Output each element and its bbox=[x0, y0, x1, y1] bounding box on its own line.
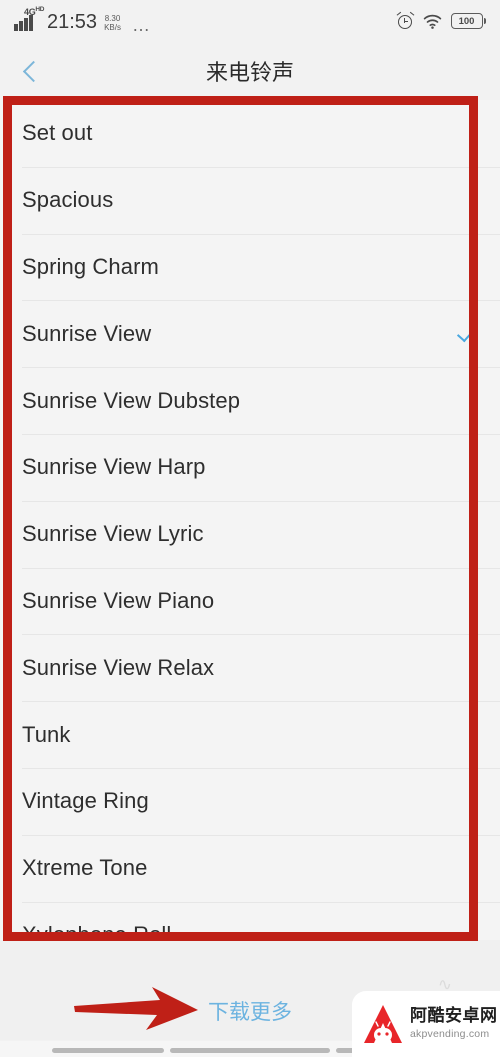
list-item[interactable]: Sunrise View Dubstep bbox=[0, 367, 500, 434]
app-bar: 来电铃声 bbox=[0, 42, 500, 100]
status-bar-right: 100 bbox=[396, 11, 486, 30]
signal-bars-filled bbox=[14, 15, 33, 29]
list-item-selected[interactable]: Sunrise View bbox=[0, 300, 500, 368]
list-item[interactable]: Sunrise View Harp bbox=[0, 433, 500, 501]
list-item[interactable]: Spacious bbox=[0, 166, 500, 234]
ringtone-name: Sunrise View Harp bbox=[22, 454, 206, 480]
page-title: 来电铃声 bbox=[205, 61, 294, 86]
list-item[interactable]: Vintage Ring bbox=[0, 767, 500, 835]
signal-bars-dots bbox=[14, 29, 33, 31]
list-item[interactable]: Sunrise View Lyric bbox=[0, 500, 500, 568]
list-item[interactable]: Sunrise View Piano bbox=[0, 567, 500, 635]
status-bar: 4GHD 21:53 8.30 KB/s … 100 bbox=[0, 0, 500, 42]
list-item[interactable]: Sunrise View Relax bbox=[0, 634, 500, 702]
list-item[interactable]: Xtreme Tone bbox=[0, 834, 500, 902]
ringtone-name: Xylophone Roll bbox=[22, 921, 172, 940]
network-type-suffix: HD bbox=[35, 6, 45, 13]
network-speed-unit: KB/s bbox=[104, 22, 121, 32]
list-item[interactable]: Tunk bbox=[0, 701, 500, 768]
watermark-text: 阿酷安卓网 akpvending.com bbox=[410, 1008, 498, 1040]
nav-pill-home[interactable] bbox=[170, 1048, 330, 1053]
ringtone-name: Sunrise View Relax bbox=[22, 654, 215, 680]
ringtone-name: Sunrise View Dubstep bbox=[22, 387, 241, 413]
ellipsis-icon: … bbox=[131, 15, 152, 35]
battery-level-label: 100 bbox=[458, 15, 475, 27]
back-button[interactable] bbox=[0, 42, 60, 100]
ringtone-name: Sunrise View Piano bbox=[22, 587, 215, 613]
watermark-site-name: 阿酷安卓网 bbox=[410, 1006, 498, 1027]
signal-bars-icon: 4GHD bbox=[14, 6, 44, 31]
ringtone-name: Set out bbox=[22, 120, 93, 146]
ringtone-name: Tunk bbox=[22, 721, 71, 747]
watermark: 阿酷安卓网 akpvending.com bbox=[352, 991, 500, 1057]
ringtone-list[interactable]: Set out Spacious Spring Charm Sunrise Vi… bbox=[0, 100, 500, 940]
watermark-site-url: akpvending.com bbox=[410, 1028, 490, 1041]
network-speed-indicator: 8.30 KB/s bbox=[104, 14, 121, 32]
check-icon bbox=[458, 324, 478, 344]
list-item[interactable]: Xylophone Roll bbox=[0, 901, 500, 940]
battery-icon: 100 bbox=[450, 13, 486, 29]
ringtone-name: Xtreme Tone bbox=[22, 855, 148, 881]
ringtone-name: Sunrise View bbox=[22, 320, 152, 346]
ringtone-name: Spacious bbox=[22, 187, 114, 213]
ringtone-name: Vintage Ring bbox=[22, 788, 149, 814]
wifi-icon bbox=[423, 14, 442, 29]
ringtone-name: Spring Charm bbox=[22, 253, 159, 279]
nav-pill-back[interactable] bbox=[52, 1048, 164, 1053]
android-a-logo-icon bbox=[361, 1003, 405, 1045]
alarm-clock-icon bbox=[396, 11, 414, 30]
chevron-left-icon bbox=[22, 60, 44, 82]
status-bar-left: 4GHD 21:53 8.30 KB/s … bbox=[14, 6, 152, 35]
status-bar-clock: 21:53 bbox=[47, 11, 98, 33]
ringtone-name: Sunrise View Lyric bbox=[22, 521, 204, 547]
list-item[interactable]: Spring Charm bbox=[0, 233, 500, 301]
list-item[interactable]: Set out bbox=[0, 100, 500, 167]
